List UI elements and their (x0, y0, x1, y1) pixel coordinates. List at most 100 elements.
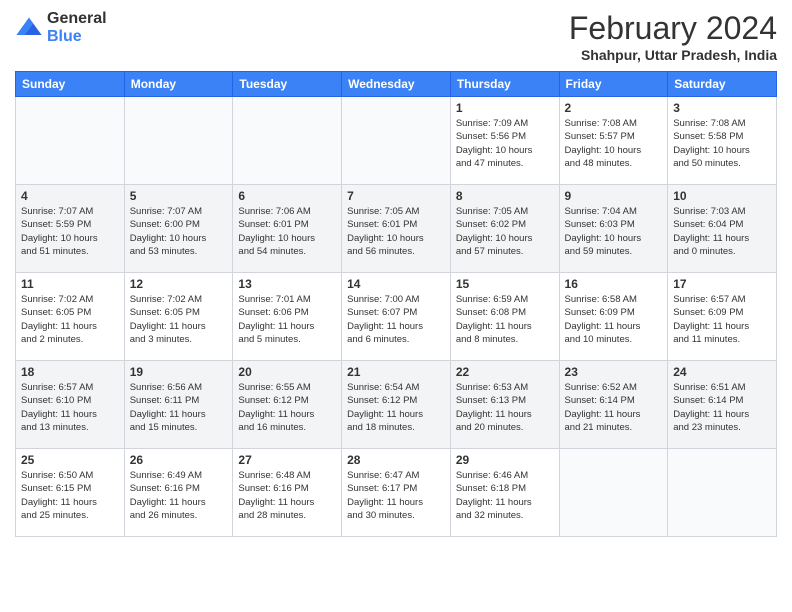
day-info-text: Sunrise: 6:46 AM Sunset: 6:18 PM Dayligh… (456, 469, 554, 522)
day-info-text: Sunrise: 7:06 AM Sunset: 6:01 PM Dayligh… (238, 205, 336, 258)
weekday-header-monday: Monday (124, 72, 233, 97)
day-number: 3 (673, 101, 771, 115)
day-cell: 17 Sunrise: 6:57 AM Sunset: 6:09 PM Dayli… (668, 273, 777, 361)
day-cell: 9 Sunrise: 7:04 AM Sunset: 6:03 PM Daylig… (559, 185, 668, 273)
day-info-text: Sunrise: 7:04 AM Sunset: 6:03 PM Dayligh… (565, 205, 663, 258)
day-info-text: Sunrise: 7:09 AM Sunset: 5:56 PM Dayligh… (456, 117, 554, 170)
calendar-table: SundayMondayTuesdayWednesdayThursdayFrid… (15, 71, 777, 537)
day-info-text: Sunrise: 6:55 AM Sunset: 6:12 PM Dayligh… (238, 381, 336, 434)
weekday-header-wednesday: Wednesday (342, 72, 451, 97)
day-cell: 8Sunrise: 7:05 AM Sunset: 6:02 PM Daylig… (450, 185, 559, 273)
day-cell: 11 Sunrise: 7:02 AM Sunset: 6:05 PM Dayli… (16, 273, 125, 361)
day-number: 15 (456, 277, 554, 291)
weekday-header-saturday: Saturday (668, 72, 777, 97)
day-cell: 21 Sunrise: 6:54 AM Sunset: 6:12 PM Dayli… (342, 361, 451, 449)
day-number: 21 (347, 365, 445, 379)
day-cell: 29 Sunrise: 6:46 AM Sunset: 6:18 PM Dayli… (450, 449, 559, 537)
day-number: 17 (673, 277, 771, 291)
day-info-text: Sunrise: 6:59 AM Sunset: 6:08 PM Dayligh… (456, 293, 554, 346)
day-info-text: Sunrise: 7:07 AM Sunset: 6:00 PM Dayligh… (130, 205, 228, 258)
logo-blue-text: Blue (47, 28, 107, 46)
day-info-text: Sunrise: 7:08 AM Sunset: 5:58 PM Dayligh… (673, 117, 771, 170)
day-cell: 28 Sunrise: 6:47 AM Sunset: 6:17 PM Dayli… (342, 449, 451, 537)
day-cell (559, 449, 668, 537)
weekday-header-thursday: Thursday (450, 72, 559, 97)
day-info-text: Sunrise: 6:56 AM Sunset: 6:11 PM Dayligh… (130, 381, 228, 434)
day-info-text: Sunrise: 6:53 AM Sunset: 6:13 PM Dayligh… (456, 381, 554, 434)
day-info-text: Sunrise: 6:51 AM Sunset: 6:14 PM Dayligh… (673, 381, 771, 434)
day-number: 11 (21, 277, 119, 291)
week-row-1: 1 Sunrise: 7:09 AM Sunset: 5:56 PM Daylig… (16, 97, 777, 185)
week-row-4: 18 Sunrise: 6:57 AM Sunset: 6:10 PM Dayli… (16, 361, 777, 449)
day-number: 29 (456, 453, 554, 467)
day-number: 27 (238, 453, 336, 467)
day-cell: 3 Sunrise: 7:08 AM Sunset: 5:58 PM Daylig… (668, 97, 777, 185)
logo: General Blue (15, 10, 107, 45)
day-number: 5 (130, 189, 228, 203)
day-cell: 12 Sunrise: 7:02 AM Sunset: 6:05 PM Dayli… (124, 273, 233, 361)
day-number: 19 (130, 365, 228, 379)
day-cell: 2 Sunrise: 7:08 AM Sunset: 5:57 PM Daylig… (559, 97, 668, 185)
day-info-text: Sunrise: 6:47 AM Sunset: 6:17 PM Dayligh… (347, 469, 445, 522)
day-cell (16, 97, 125, 185)
day-number: 12 (130, 277, 228, 291)
week-row-2: 4 Sunrise: 7:07 AM Sunset: 5:59 PM Daylig… (16, 185, 777, 273)
day-info-text: Sunrise: 6:54 AM Sunset: 6:12 PM Dayligh… (347, 381, 445, 434)
day-cell: 10Sunrise: 7:03 AM Sunset: 6:04 PM Dayli… (668, 185, 777, 273)
header: General Blue February 2024 Shahpur, Utta… (15, 10, 777, 63)
day-cell: 14 Sunrise: 7:00 AM Sunset: 6:07 PM Dayli… (342, 273, 451, 361)
day-cell (233, 97, 342, 185)
day-number: 28 (347, 453, 445, 467)
day-number: 13 (238, 277, 336, 291)
weekday-header-row: SundayMondayTuesdayWednesdayThursdayFrid… (16, 72, 777, 97)
day-number: 22 (456, 365, 554, 379)
week-row-3: 11 Sunrise: 7:02 AM Sunset: 6:05 PM Dayli… (16, 273, 777, 361)
day-cell: 22 Sunrise: 6:53 AM Sunset: 6:13 PM Dayli… (450, 361, 559, 449)
day-info-text: Sunrise: 7:02 AM Sunset: 6:05 PM Dayligh… (130, 293, 228, 346)
day-info-text: Sunrise: 6:50 AM Sunset: 6:15 PM Dayligh… (21, 469, 119, 522)
weekday-header-friday: Friday (559, 72, 668, 97)
day-cell: 4 Sunrise: 7:07 AM Sunset: 5:59 PM Daylig… (16, 185, 125, 273)
day-info-text: Sunrise: 6:57 AM Sunset: 6:10 PM Dayligh… (21, 381, 119, 434)
day-cell: 5 Sunrise: 7:07 AM Sunset: 6:00 PM Daylig… (124, 185, 233, 273)
day-cell: 25 Sunrise: 6:50 AM Sunset: 6:15 PM Dayli… (16, 449, 125, 537)
day-cell: 13 Sunrise: 7:01 AM Sunset: 6:06 PM Dayli… (233, 273, 342, 361)
day-number: 6 (238, 189, 336, 203)
day-cell: 23Sunrise: 6:52 AM Sunset: 6:14 PM Dayli… (559, 361, 668, 449)
day-cell (668, 449, 777, 537)
day-info-text: Sunrise: 7:02 AM Sunset: 6:05 PM Dayligh… (21, 293, 119, 346)
day-number: 9 (565, 189, 663, 203)
day-info-text: Sunrise: 6:58 AM Sunset: 6:09 PM Dayligh… (565, 293, 663, 346)
location-text: Shahpur, Uttar Pradesh, India (569, 47, 777, 63)
day-info-text: Sunrise: 6:48 AM Sunset: 6:16 PM Dayligh… (238, 469, 336, 522)
day-info-text: Sunrise: 6:49 AM Sunset: 6:16 PM Dayligh… (130, 469, 228, 522)
day-cell (124, 97, 233, 185)
day-number: 26 (130, 453, 228, 467)
day-info-text: Sunrise: 7:07 AM Sunset: 5:59 PM Dayligh… (21, 205, 119, 258)
day-number: 7 (347, 189, 445, 203)
title-section: February 2024 Shahpur, Uttar Pradesh, In… (569, 10, 777, 63)
day-number: 8 (456, 189, 554, 203)
day-number: 24 (673, 365, 771, 379)
week-row-5: 25 Sunrise: 6:50 AM Sunset: 6:15 PM Dayli… (16, 449, 777, 537)
weekday-header-sunday: Sunday (16, 72, 125, 97)
day-number: 4 (21, 189, 119, 203)
logo-general-text: General (47, 10, 107, 28)
day-cell: 19 Sunrise: 6:56 AM Sunset: 6:11 PM Dayli… (124, 361, 233, 449)
day-info-text: Sunrise: 6:57 AM Sunset: 6:09 PM Dayligh… (673, 293, 771, 346)
day-cell: 27 Sunrise: 6:48 AM Sunset: 6:16 PM Dayli… (233, 449, 342, 537)
day-number: 25 (21, 453, 119, 467)
day-number: 14 (347, 277, 445, 291)
page: General Blue February 2024 Shahpur, Utta… (0, 0, 792, 612)
day-number: 18 (21, 365, 119, 379)
day-info-text: Sunrise: 7:08 AM Sunset: 5:57 PM Dayligh… (565, 117, 663, 170)
day-number: 2 (565, 101, 663, 115)
day-number: 1 (456, 101, 554, 115)
day-info-text: Sunrise: 6:52 AM Sunset: 6:14 PM Dayligh… (565, 381, 663, 434)
day-info-text: Sunrise: 7:00 AM Sunset: 6:07 PM Dayligh… (347, 293, 445, 346)
day-info-text: Sunrise: 7:01 AM Sunset: 6:06 PM Dayligh… (238, 293, 336, 346)
day-number: 16 (565, 277, 663, 291)
day-info-text: Sunrise: 7:03 AM Sunset: 6:04 PM Dayligh… (673, 205, 771, 258)
day-info-text: Sunrise: 7:05 AM Sunset: 6:01 PM Dayligh… (347, 205, 445, 258)
day-cell: 15 Sunrise: 6:59 AM Sunset: 6:08 PM Dayli… (450, 273, 559, 361)
